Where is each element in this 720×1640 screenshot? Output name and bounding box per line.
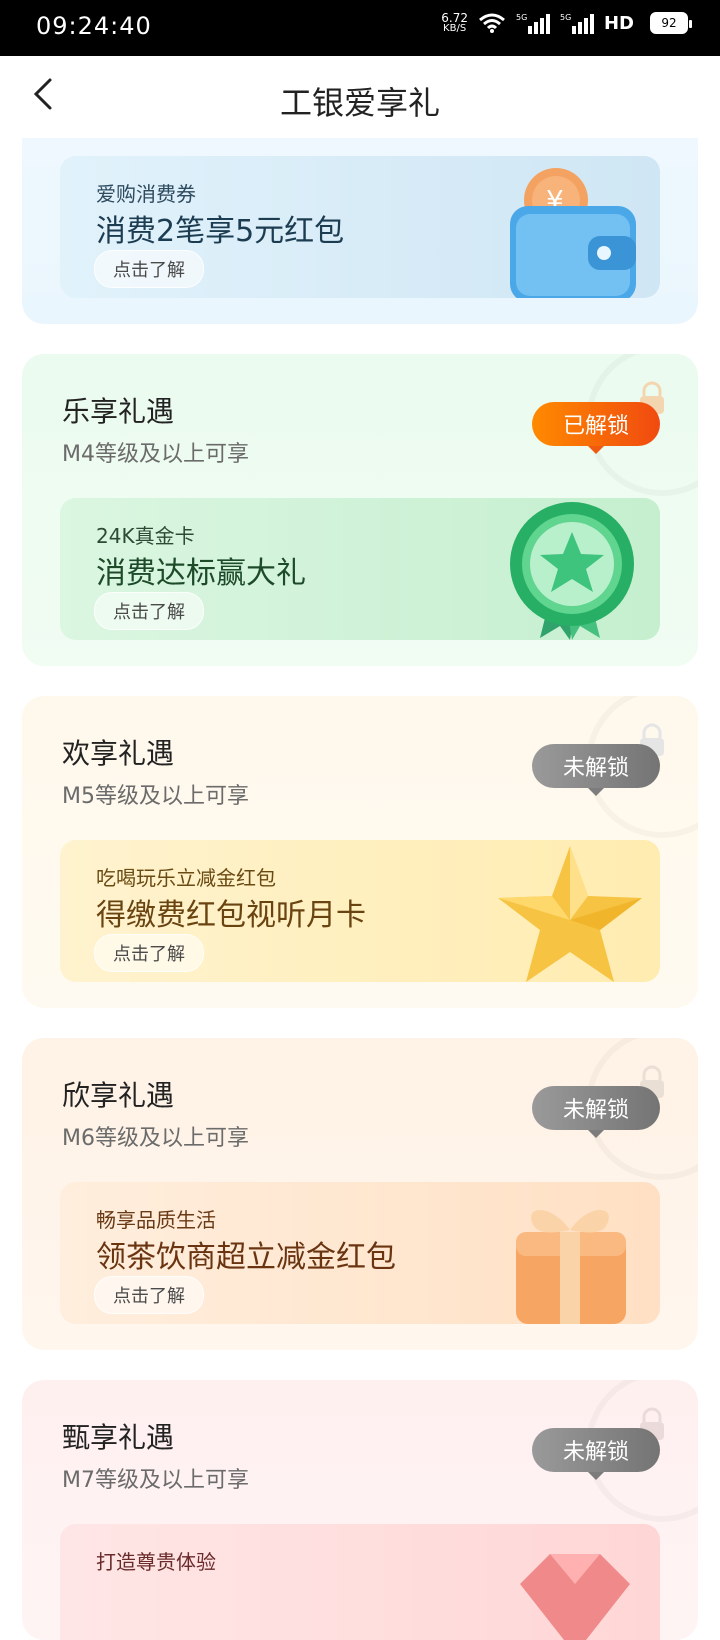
- status-bar: 09:24:40 6.72 KB/S 5G 5G HD 92: [0, 0, 720, 56]
- nav-header: 工银爱享礼: [0, 56, 720, 142]
- net-speed-unit: KB/S: [443, 23, 467, 34]
- status-badge-locked: 未解锁: [532, 1428, 660, 1480]
- benefit-banner-aigou[interactable]: 爱购消费券 消费2笔享5元红包 点击了解 ¥: [60, 156, 660, 298]
- wallet-coin-icon: ¥: [510, 168, 636, 298]
- svg-text:5G: 5G: [516, 13, 527, 22]
- status-badge-unlocked: 已解锁: [532, 402, 660, 454]
- learn-more-button[interactable]: 点击了解: [94, 1276, 204, 1314]
- status-badge-locked: 未解锁: [532, 1086, 660, 1138]
- card-zhenxiang: 甄享礼遇 M7等级及以上可享 未解锁 打造尊贵体验: [22, 1380, 698, 1640]
- benefit-banner-eat-drink[interactable]: 吃喝玩乐立减金红包 得缴费红包视听月卡 点击了解: [60, 840, 660, 982]
- tier-name: 乐享礼遇: [62, 395, 175, 428]
- signal-5g-icon: 5G: [516, 12, 550, 34]
- hd-indicator: HD: [603, 12, 634, 34]
- tier-level: M4等级及以上可享: [62, 442, 249, 467]
- tier-name: 欣享礼遇: [62, 1079, 175, 1112]
- diamond-icon: [520, 1554, 630, 1640]
- card-aigou: 爱购消费券 消费2笔享5元红包 点击了解 ¥: [22, 138, 698, 324]
- tier-level: M6等级及以上可享: [62, 1126, 249, 1151]
- benefit-subtitle: 24K真金卡: [96, 524, 195, 548]
- tier-name: 欢享礼遇: [62, 737, 175, 770]
- benefit-title: 消费达标赢大礼: [96, 556, 306, 591]
- wifi-icon: [478, 12, 506, 34]
- tier-header: 乐享礼遇 M4等级及以上可享: [62, 394, 249, 468]
- learn-more-button[interactable]: 点击了解: [94, 250, 204, 288]
- tier-name: 甄享礼遇: [62, 1421, 175, 1454]
- status-badge-locked: 未解锁: [532, 744, 660, 796]
- tier-header: 欢享礼遇 M5等级及以上可享: [62, 736, 249, 810]
- benefit-banner-premium[interactable]: 打造尊贵体验: [60, 1524, 660, 1640]
- net-speed: 6.72 KB/S: [441, 12, 468, 34]
- benefit-banner-gold-card[interactable]: 24K真金卡 消费达标赢大礼 点击了解: [60, 498, 660, 640]
- benefit-title: 得缴费红包视听月卡: [96, 898, 366, 933]
- status-icons: 6.72 KB/S 5G 5G HD 92: [441, 12, 692, 34]
- star-medal-icon: [510, 502, 634, 640]
- tier-level: M5等级及以上可享: [62, 784, 249, 809]
- tier-level: M7等级及以上可享: [62, 1468, 249, 1493]
- gold-star-icon: [498, 846, 642, 982]
- benefit-title: 领茶饮商超立减金红包: [96, 1240, 396, 1275]
- learn-more-button[interactable]: 点击了解: [94, 592, 204, 630]
- tier-header: 欣享礼遇 M6等级及以上可享: [62, 1078, 249, 1152]
- benefit-subtitle: 爱购消费券: [96, 182, 196, 206]
- tier-header: 甄享礼遇 M7等级及以上可享: [62, 1420, 249, 1494]
- card-huanxiang: 欢享礼遇 M5等级及以上可享 未解锁 吃喝玩乐立减金红包 得缴费红包视听月卡 点…: [22, 696, 698, 1008]
- signal-5g-icon-2: 5G: [560, 12, 594, 34]
- card-xinxiang: 欣享礼遇 M6等级及以上可享 未解锁 畅享品质生活 领茶饮商超立减金红包 点击了…: [22, 1038, 698, 1350]
- gift-box-icon: [516, 1210, 626, 1324]
- page-title: 工银爱享礼: [279, 84, 440, 122]
- benefit-subtitle: 打造尊贵体验: [96, 1550, 216, 1574]
- svg-text:5G: 5G: [560, 13, 571, 22]
- benefit-banner-quality-life[interactable]: 畅享品质生活 领茶饮商超立减金红包 点击了解: [60, 1182, 660, 1324]
- learn-more-button[interactable]: 点击了解: [94, 934, 204, 972]
- battery-icon: 92: [650, 12, 692, 34]
- benefit-subtitle: 畅享品质生活: [96, 1208, 216, 1232]
- benefit-subtitle: 吃喝玩乐立减金红包: [96, 866, 276, 890]
- card-lexiang: 乐享礼遇 M4等级及以上可享 已解锁 24K真金卡 消费达标赢大礼 点击了解: [22, 354, 698, 666]
- benefit-title: 消费2笔享5元红包: [96, 214, 345, 249]
- status-time: 09:24:40: [36, 12, 152, 40]
